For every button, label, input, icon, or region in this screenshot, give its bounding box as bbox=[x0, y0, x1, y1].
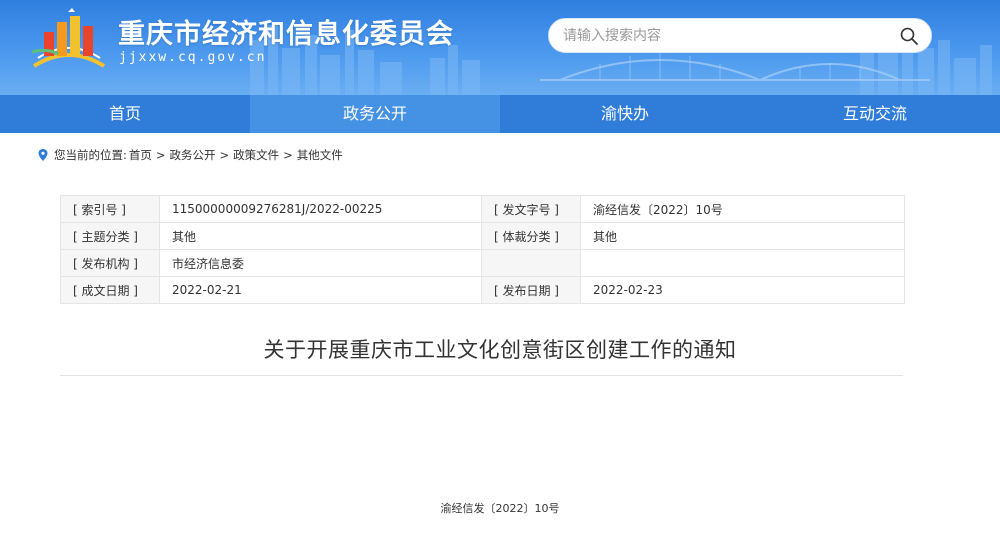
table-row: [ 发布机构 ] 市经济信息委 bbox=[60, 249, 905, 277]
breadcrumb-prefix: 您当前的位置: bbox=[54, 148, 127, 162]
doc-no-label: [ 发文字号 ] bbox=[481, 195, 581, 223]
nav-item-interaction[interactable]: 互动交流 bbox=[750, 95, 1000, 133]
genre-value: 其他 bbox=[580, 222, 905, 250]
topic-value: 其他 bbox=[159, 222, 482, 250]
document-number: 渝经信发〔2022〕10号 bbox=[440, 502, 560, 515]
published-date-label: [ 发布日期 ] bbox=[481, 276, 581, 304]
breadcrumb-separator: > bbox=[155, 148, 166, 162]
breadcrumb-separator: > bbox=[219, 148, 230, 162]
search-icon[interactable] bbox=[899, 26, 919, 46]
breadcrumb-item-policy-documents[interactable]: 政策文件 bbox=[233, 147, 279, 163]
doc-no-value: 渝经信发〔2022〕10号 bbox=[580, 195, 905, 223]
empty-cell bbox=[481, 249, 581, 277]
issuer-label: [ 发布机构 ] bbox=[60, 249, 160, 277]
document-meta-table: [ 索引号 ] 11500000009276281J/2022-00225 [ … bbox=[60, 195, 905, 304]
index-no-label: [ 索引号 ] bbox=[60, 195, 160, 223]
site-header: 重庆市经济和信息化委员会 jjxxw.cq.gov.cn bbox=[0, 0, 1000, 95]
table-row: [ 成文日期 ] 2022-02-21 [ 发布日期 ] 2022-02-23 bbox=[60, 276, 905, 304]
nav-item-home[interactable]: 首页 bbox=[0, 95, 250, 133]
breadcrumb-item-home[interactable]: 首页 bbox=[129, 147, 152, 163]
nav-item-government-affairs[interactable]: 政务公开 bbox=[250, 95, 500, 133]
location-pin-icon bbox=[38, 149, 48, 161]
breadcrumb-separator: > bbox=[283, 148, 293, 162]
search-input[interactable] bbox=[563, 25, 883, 47]
index-no-value: 11500000009276281J/2022-00225 bbox=[159, 195, 482, 223]
title-divider bbox=[60, 375, 903, 376]
document-title: 关于开展重庆市工业文化创意街区创建工作的通知 bbox=[263, 338, 737, 362]
site-domain: jjxxw.cq.gov.cn bbox=[119, 50, 267, 65]
table-row: [ 主题分类 ] 其他 [ 体裁分类 ] 其他 bbox=[60, 222, 905, 250]
published-date-value: 2022-02-23 bbox=[580, 276, 905, 304]
created-date-value: 2022-02-21 bbox=[159, 276, 482, 304]
breadcrumb-item-other-documents[interactable]: 其他文件 bbox=[297, 147, 343, 163]
site-title: 重庆市经济和信息化委员会 bbox=[118, 19, 454, 50]
breadcrumb: 您当前的位置: 首页 > 政务公开 > 政策文件 > 其他文件 bbox=[38, 147, 343, 163]
topic-label: [ 主题分类 ] bbox=[60, 222, 160, 250]
created-date-label: [ 成文日期 ] bbox=[60, 276, 160, 304]
search-box bbox=[548, 18, 932, 53]
main-nav: 首页 政务公开 渝快办 互动交流 bbox=[0, 95, 1000, 133]
table-row: [ 索引号 ] 11500000009276281J/2022-00225 [ … bbox=[60, 195, 905, 223]
emblem-logo-icon bbox=[31, 8, 106, 68]
issuer-value: 市经济信息委 bbox=[159, 249, 482, 277]
genre-label: [ 体裁分类 ] bbox=[481, 222, 581, 250]
nav-item-yukuaiban[interactable]: 渝快办 bbox=[500, 95, 750, 133]
empty-cell bbox=[580, 249, 905, 277]
breadcrumb-item-government-affairs[interactable]: 政务公开 bbox=[170, 147, 216, 163]
